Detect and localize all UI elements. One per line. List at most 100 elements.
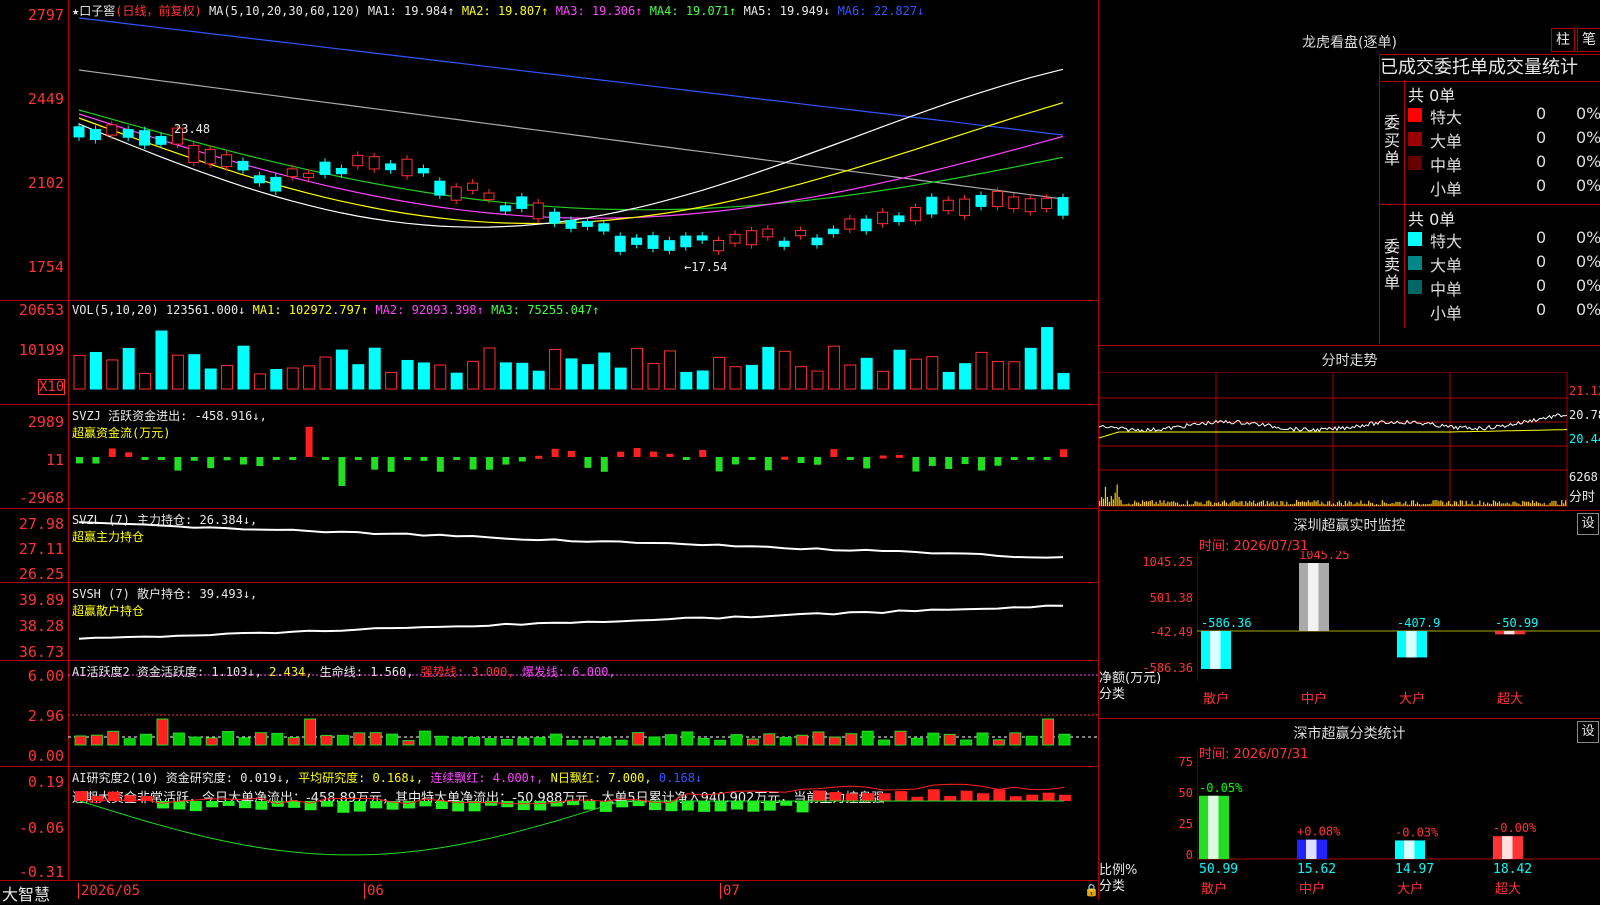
intraday-volume-bar: [1545, 504, 1547, 506]
candlestick-chart[interactable]: [68, 0, 1098, 300]
intraday-volume-bar: [1256, 502, 1259, 506]
volume-panel[interactable]: 20653 10199 X10 VOL(5,10,20) 123561.000↓…: [0, 300, 1098, 404]
fund-flow-bar: [158, 457, 165, 460]
classify-panel[interactable]: 深市超赢分类统计 设 时间: 2026/07/31 75 50 25 0 比例%…: [1098, 718, 1600, 900]
fund-flow-bar: [141, 457, 149, 460]
research-bar: [599, 801, 612, 812]
longhu-table: 委买单 委卖单 共 0单 共 0单 特大 0 0% 大单 0 0% 中单 0 0% 小单 0 0% 特…: [1379, 80, 1600, 344]
price-axis: 2797 2449 2102 1754: [0, 0, 69, 300]
volume-bar: [1041, 327, 1054, 390]
ai-research-axis: 0.19 -0.06 -0.31: [0, 767, 69, 881]
volume-bar: [696, 370, 709, 390]
volume-bar: [237, 345, 250, 390]
svzl-panel[interactable]: 27.98 27.11 26.25 SVZL (7) 主力持仓: 26.384↓…: [0, 508, 1098, 583]
intraday-volume-bar: [1409, 504, 1411, 506]
activity-bar: [1025, 735, 1038, 746]
intraday-volume-bar: [1124, 504, 1126, 506]
intraday-volume-bar: [1563, 503, 1565, 506]
candle-body: [401, 158, 413, 177]
candle-body: [680, 235, 692, 248]
fund-flow-bar: [978, 457, 985, 471]
ai-research-tick: -0.06: [18, 819, 64, 837]
net-amount-label: -407.9: [1397, 616, 1440, 630]
research-bar: [714, 801, 727, 812]
intraday-volume-bar: [1356, 502, 1358, 506]
activity-bar: [763, 733, 776, 746]
lock-icon[interactable]: 🔒: [1084, 883, 1099, 897]
research-bar: [862, 793, 875, 801]
ai-active-panel[interactable]: 6.00 2.96 0.00 AI活跃度2 资金活跃度: 1.103↓, 2.4…: [0, 660, 1098, 766]
svzl-tick: 26.25: [18, 565, 64, 583]
monitor-chart: -586.36 散户 1045.25 中户 -407.9 大户 -50.99 超大: [1197, 551, 1600, 707]
svzj-panel[interactable]: 2989 11 -2968 SVZJ 活跃资金进出: -458.916↓, 超赢…: [0, 404, 1098, 508]
candle-body: [450, 186, 462, 201]
candle-body: [335, 167, 347, 175]
intraday-volume-bar: [1184, 504, 1186, 506]
category-label: 散户: [1203, 691, 1229, 707]
intraday-volume-bar: [1241, 501, 1243, 506]
intraday-panel[interactable]: 分时走势 21.12 20.78 20.44 6268 分时: [1098, 345, 1600, 510]
fund-flow-bar: [190, 457, 198, 461]
price-panel[interactable]: 2797 2449 2102 1754 ★口子窖(日线，前复权) MA(5,10…: [0, 0, 1098, 300]
intraday-volume-bar: [1438, 501, 1440, 506]
activity-bar: [386, 733, 399, 746]
classify-tick: 25: [1178, 817, 1193, 831]
research-bar: [353, 801, 366, 812]
intraday-volume-bar: [1108, 501, 1110, 506]
color-swatch: [1408, 256, 1422, 270]
volume-bar: [417, 362, 430, 390]
intraday-volume-bar: [1235, 501, 1237, 506]
intraday-volume-bar: [1294, 503, 1296, 506]
row-name: 小单: [1430, 180, 1463, 199]
activity-bar: [287, 737, 300, 746]
monitor-settings-button[interactable]: 设: [1577, 513, 1599, 535]
intraday-volume-bar: [1416, 502, 1419, 506]
volume-bar: [89, 351, 102, 390]
ratio-change-label: +0.08%: [1297, 825, 1341, 839]
intraday-volume-bar: [1175, 502, 1177, 506]
color-swatch: [1408, 304, 1422, 318]
intraday-volume-bar: [1389, 503, 1391, 506]
volume-tick: 10199: [18, 341, 64, 359]
fund-flow-bar: [305, 426, 313, 457]
activity-bar: [205, 737, 218, 746]
intraday-volume-bar: [1139, 503, 1142, 506]
activity-bar: [123, 738, 136, 746]
candle-body: [565, 219, 577, 229]
intraday-volume-bar: [1428, 504, 1430, 506]
candle-body: [122, 129, 134, 138]
intraday-volume-bar: [1110, 495, 1112, 506]
candle-body: [631, 237, 643, 245]
intraday-volume-bar: [1475, 504, 1477, 506]
intraday-volume-bar: [1118, 496, 1120, 506]
intraday-volume-bar: [1190, 504, 1192, 506]
monitor-panel[interactable]: 深圳超赢实时监控 设 时间: 2026/07/31 1045.25 501.38…: [1098, 510, 1600, 718]
intraday-volume-bar: [1346, 503, 1348, 506]
ai-research-panel[interactable]: 0.19 -0.06 -0.31 AI研究度2(10) 资金研究度: 0.019…: [0, 766, 1098, 881]
monitor-cat-label: 分类: [1099, 687, 1126, 702]
candle-body: [106, 124, 118, 136]
fund-flow-bar: [223, 457, 231, 461]
volume-bar: [745, 364, 758, 390]
intraday-volume-bar: [1500, 503, 1502, 506]
intraday-volume-bar: [1352, 504, 1354, 506]
candle-body: [237, 160, 249, 171]
longhu-panel[interactable]: 龙虎看盘(逐单) 柱 笔 已成交委托单成交量统计 委买单 委卖单 共 0单 共 …: [1098, 0, 1600, 345]
intraday-volume-bar: [1223, 500, 1225, 506]
fund-flow-bar: [207, 457, 215, 469]
order-row: 小单 0 0%: [1408, 176, 1600, 199]
row-count: 0: [1536, 252, 1547, 271]
classify-settings-button[interactable]: 设: [1577, 721, 1599, 743]
activity-bar: [779, 736, 792, 746]
tick-mode-button[interactable]: 笔: [1577, 28, 1600, 52]
net-amount-label: -50.99: [1495, 616, 1538, 630]
research-bar: [1009, 796, 1022, 801]
svzj-tick: 2989: [27, 413, 64, 431]
svsh-panel[interactable]: 39.89 38.28 36.73 SVSH (7) 散户持仓: 39.493↓…: [0, 582, 1098, 661]
row-name: 特大: [1430, 108, 1463, 127]
net-amount-label: 1045.25: [1299, 551, 1350, 562]
bar-mode-button[interactable]: 柱: [1551, 28, 1575, 52]
intraday-volume-bar: [1198, 502, 1200, 506]
intraday-volume-bar: [1381, 500, 1383, 506]
candle-body: [959, 198, 971, 217]
